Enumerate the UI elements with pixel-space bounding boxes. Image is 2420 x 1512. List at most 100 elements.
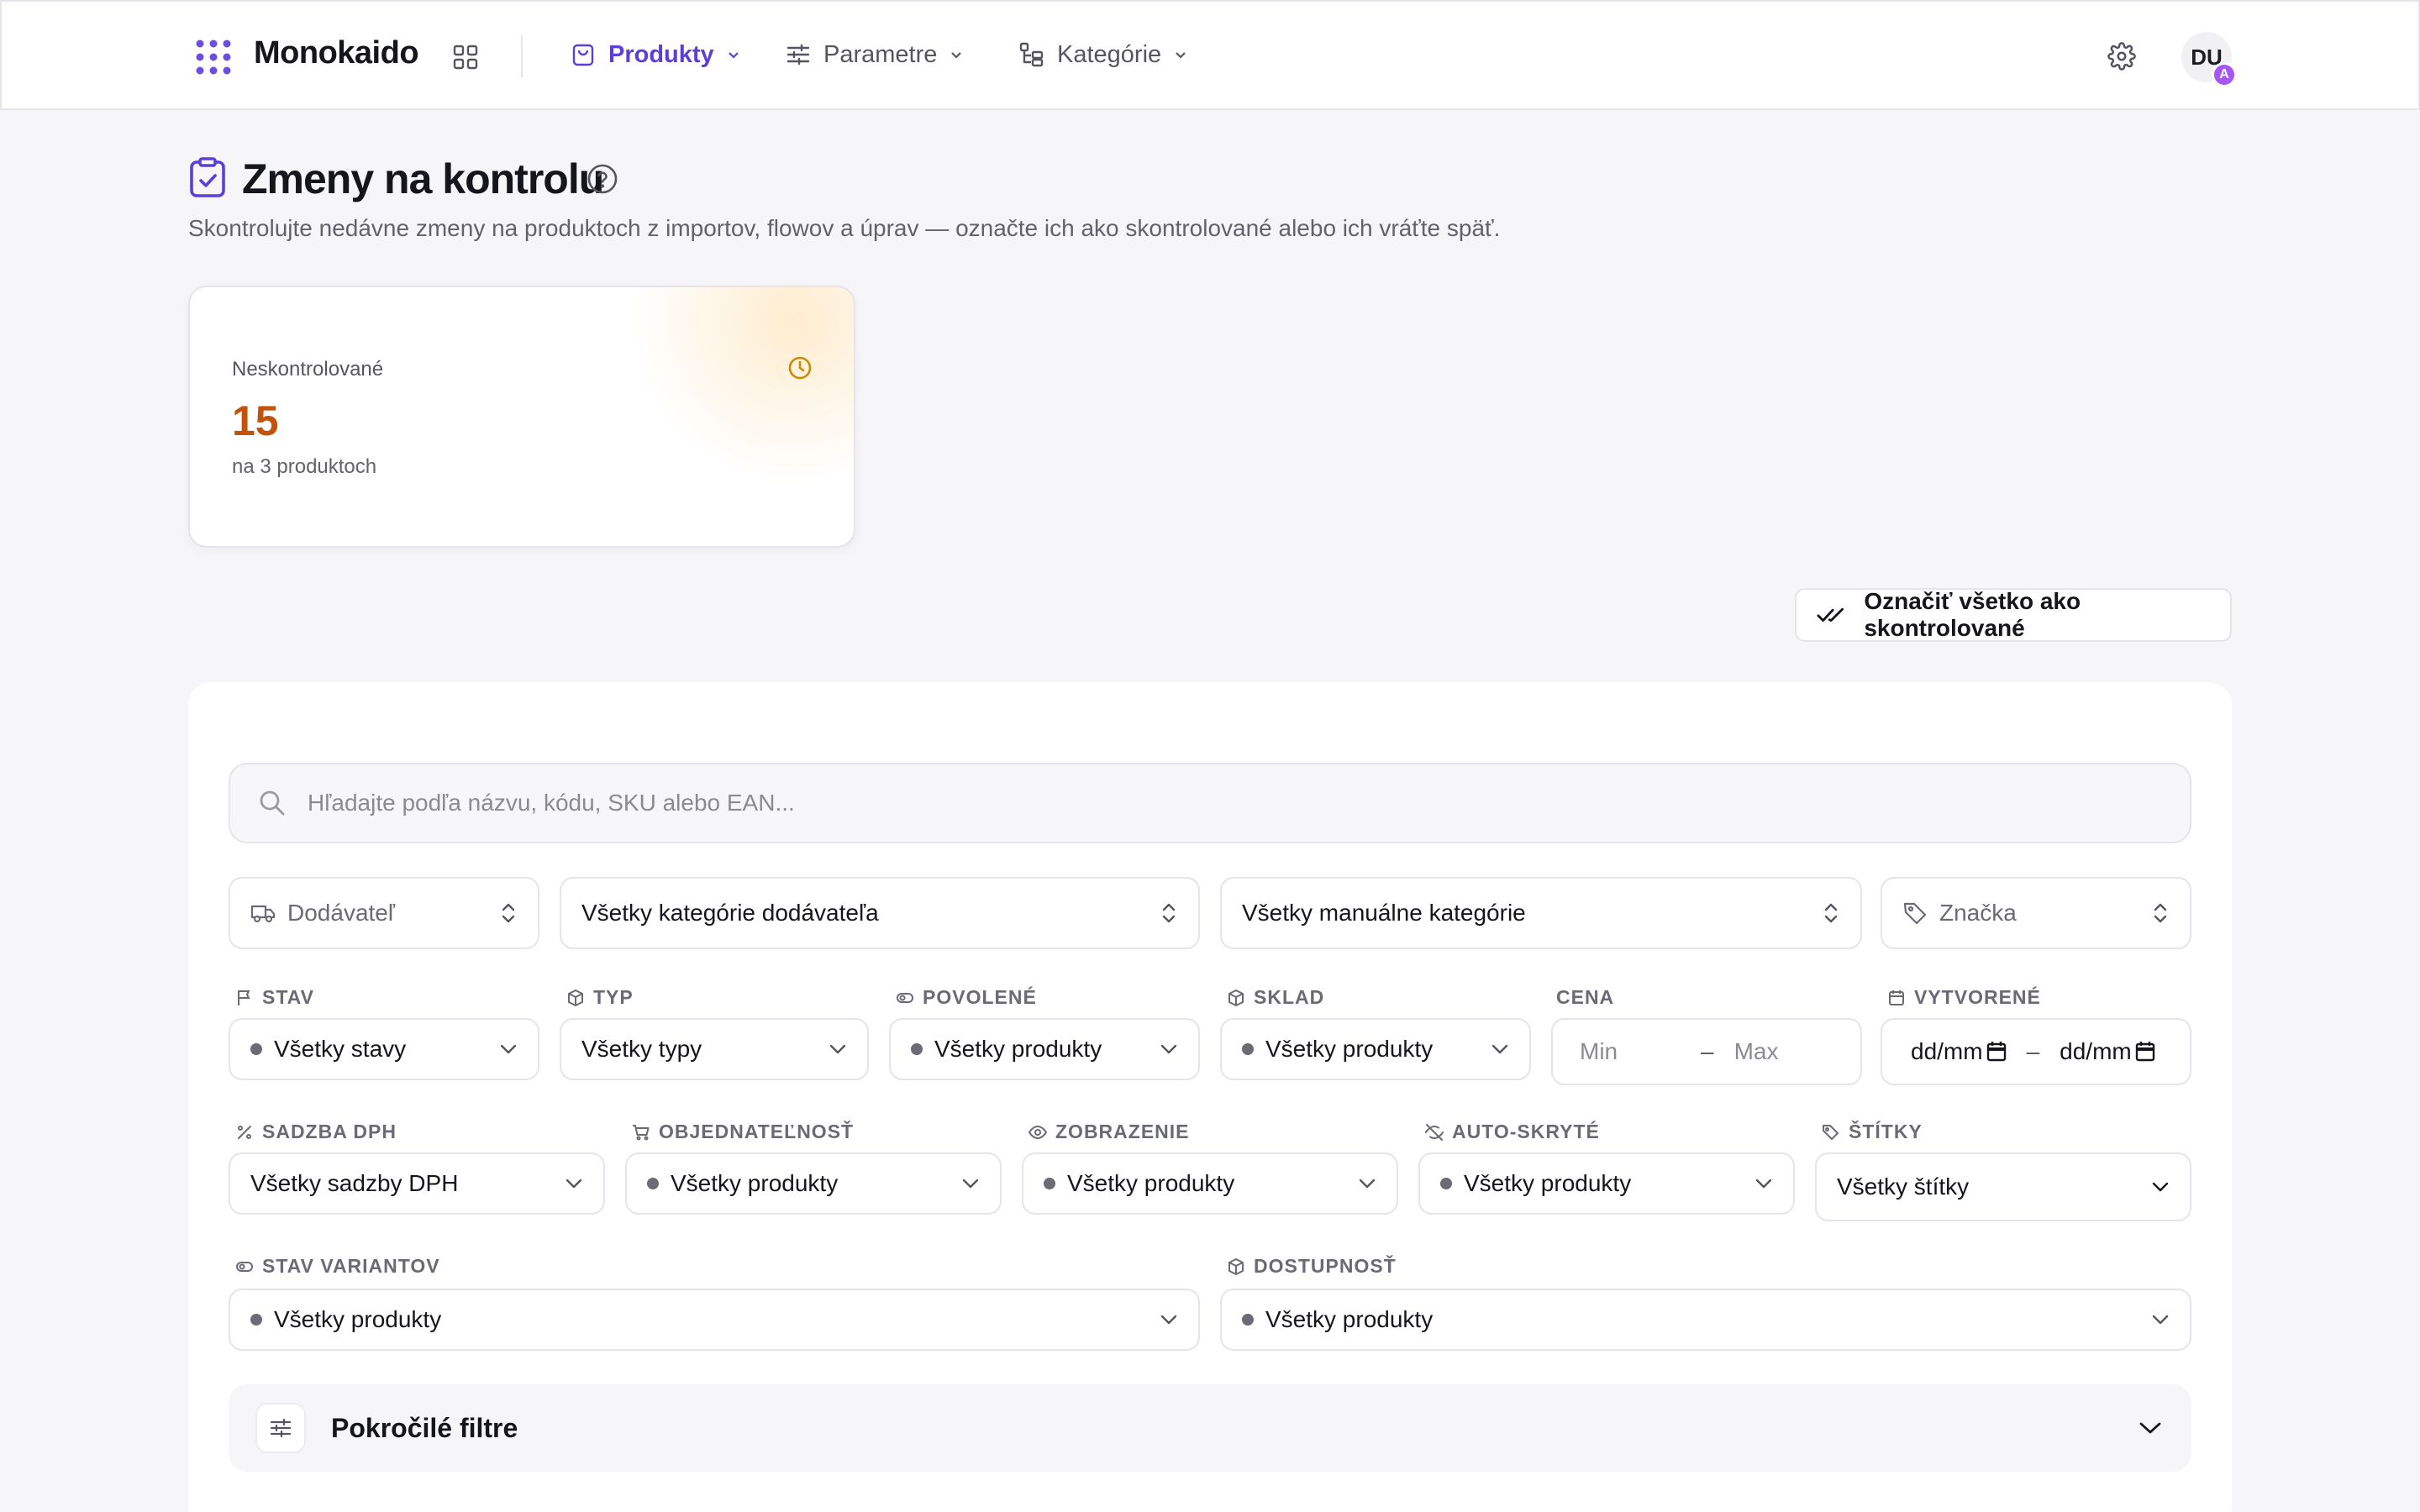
brand-select-value: Značka [1939, 900, 2017, 926]
chevron-down-icon [728, 52, 739, 59]
filter-label-stav-variantov: Stav variantov [235, 1255, 440, 1278]
advanced-filters-label: Pokročilé filtre [331, 1412, 518, 1443]
stitky-select-value: Všetky štítky [1837, 1173, 1970, 1200]
calendar-picker-icon[interactable] [2135, 1041, 2155, 1063]
chevron-down-icon [1160, 1315, 1177, 1325]
advanced-filters-toggle[interactable]: Pokročilé filtre [229, 1384, 2191, 1472]
page-subtitle: Skontrolujte nedávne zmeny na produktoch… [188, 215, 1501, 241]
price-min-input[interactable]: Min [1580, 1038, 1689, 1065]
sklad-select[interactable]: Všetky produkty [1220, 1018, 1531, 1080]
chevron-down-icon [951, 52, 962, 59]
auto-skryte-select-value: Všetky produkty [1464, 1170, 1632, 1196]
search-icon [260, 790, 285, 816]
dostupnost-select[interactable]: Všetky produkty [1220, 1289, 2191, 1351]
filter-label-text: Stav [262, 986, 314, 1008]
date-to-input[interactable]: dd/mm [2060, 1038, 2132, 1065]
nav-item-kategorie[interactable]: Kategórie [1018, 35, 1188, 74]
objednatelnost-select-value: Všetky produkty [671, 1170, 839, 1196]
calendar-picker-icon[interactable] [1986, 1041, 2007, 1063]
chevron-down-icon [829, 1044, 846, 1054]
status-dot [1242, 1314, 1254, 1326]
unreviewed-stat-card: Neskontrolované 15 na 3 produktoch [188, 286, 855, 548]
app-name[interactable]: Monokaido [254, 35, 419, 71]
stav-variantov-select-value: Všetky produkty [274, 1306, 442, 1332]
manual-categories-select[interactable]: Všetky manuálne kategórie [1220, 877, 1862, 949]
status-dot [250, 1314, 262, 1326]
mark-all-label: Označiť všetko ako skontrolované [1864, 588, 2081, 641]
date-from-input[interactable]: dd/mm [1911, 1038, 1983, 1065]
filter-label-typ: Typ [566, 986, 634, 1009]
auto-skryte-select[interactable]: Všetky produkty [1418, 1152, 1795, 1215]
clock-icon [788, 356, 812, 380]
help-circle-icon[interactable] [587, 163, 618, 195]
toggle-icon [897, 992, 913, 1003]
apps-grid-icon[interactable] [452, 44, 479, 71]
status-dot [1044, 1178, 1055, 1189]
filter-label-text: Povolené [923, 986, 1037, 1008]
chevron-up-down-icon [2154, 903, 2167, 923]
povolene-select-value: Všetky produkty [934, 1036, 1102, 1062]
top-navigation-bar: Monokaido Produkty Parametre Kategórie D… [0, 0, 2420, 110]
filter-label-sklad: Sklad [1227, 986, 1324, 1009]
box-icon [568, 989, 583, 1006]
objednatelnost-select[interactable]: Všetky produkty [625, 1152, 1002, 1215]
flag-icon [238, 990, 250, 1005]
filter-label-text: Typ [593, 986, 634, 1008]
supplier-select[interactable]: Dodávateľ [229, 877, 539, 949]
filter-label-text: Zobrazenie [1055, 1121, 1190, 1142]
double-check-icon [1817, 607, 1844, 622]
sliders-icon [786, 44, 810, 66]
chevron-down-icon [566, 1179, 582, 1189]
stitky-select[interactable]: Všetky štítky [1815, 1152, 2191, 1221]
sadzba-dph-select[interactable]: Všetky sadzby DPH [229, 1152, 605, 1215]
supplier-categories-select[interactable]: Všetky kategórie dodávateľa [560, 877, 1200, 949]
filter-label-cena: Cena [1556, 986, 1614, 1009]
filter-label-sadzba-dph: Sadzba DPH [235, 1121, 397, 1143]
povolene-select[interactable]: Všetky produkty [889, 1018, 1200, 1080]
product-search[interactable] [229, 763, 2191, 843]
page-title: Zmeny na kontrolu [242, 155, 604, 202]
eye-icon [1028, 1125, 1047, 1139]
chevron-down-icon [2139, 1422, 2161, 1434]
filter-label-text: Sklad [1254, 986, 1325, 1008]
avatar-badge: A [2212, 62, 2237, 87]
logo-dots-icon [196, 39, 231, 75]
filter-label-text: Dostupnosť [1254, 1255, 1397, 1277]
filter-label-text: Cena [1556, 986, 1615, 1008]
nav-item-parametre[interactable]: Parametre [785, 35, 964, 74]
brand-select[interactable]: Značka [1881, 877, 2191, 949]
filter-label-povolene: Povolené [896, 986, 1037, 1009]
filter-label-stav: Stav [235, 986, 314, 1009]
mark-all-reviewed-button[interactable]: Označiť všetko ako skontrolované [1795, 588, 2232, 642]
chevron-up-down-icon [1824, 903, 1838, 923]
nav-divider [521, 35, 523, 77]
stav-select[interactable]: Všetky stavy [229, 1018, 539, 1080]
sadzba-dph-select-value: Všetky sadzby DPH [250, 1170, 459, 1196]
chevron-up-down-icon [502, 903, 515, 923]
status-dot [647, 1178, 659, 1189]
settings-gear-icon[interactable] [2107, 42, 2136, 71]
nav-item-produkty[interactable]: Produkty [570, 35, 741, 74]
zobrazenie-select[interactable]: Všetky produkty [1022, 1152, 1398, 1215]
filter-label-text: Štítky [1849, 1121, 1923, 1142]
shopping-cart-icon [633, 1124, 650, 1140]
chevron-down-icon [1491, 1044, 1508, 1054]
search-input[interactable] [308, 790, 2156, 816]
chevron-down-icon [1359, 1179, 1376, 1189]
stav-variantov-select[interactable]: Všetky produkty [229, 1289, 1200, 1351]
box-icon [1228, 1257, 1244, 1275]
range-dash: – [2026, 1038, 2040, 1064]
nav-item-label: Parametre [823, 40, 938, 68]
filter-label-text: Sadzba DPH [262, 1121, 397, 1142]
chevron-down-icon [2152, 1182, 2169, 1192]
stat-subtext: na 3 produktoch [232, 455, 377, 478]
card-glow-decoration [635, 287, 854, 480]
percent-icon [238, 1125, 251, 1139]
filter-label-text: Auto-skryté [1452, 1121, 1600, 1142]
status-dot [911, 1043, 923, 1055]
typ-select[interactable]: Všetky typy [560, 1018, 869, 1080]
price-max-input[interactable]: Max [1734, 1038, 1779, 1065]
dostupnost-select-value: Všetky produkty [1265, 1306, 1434, 1332]
status-dot [1440, 1178, 1452, 1189]
chevron-up-down-icon [1162, 903, 1176, 923]
